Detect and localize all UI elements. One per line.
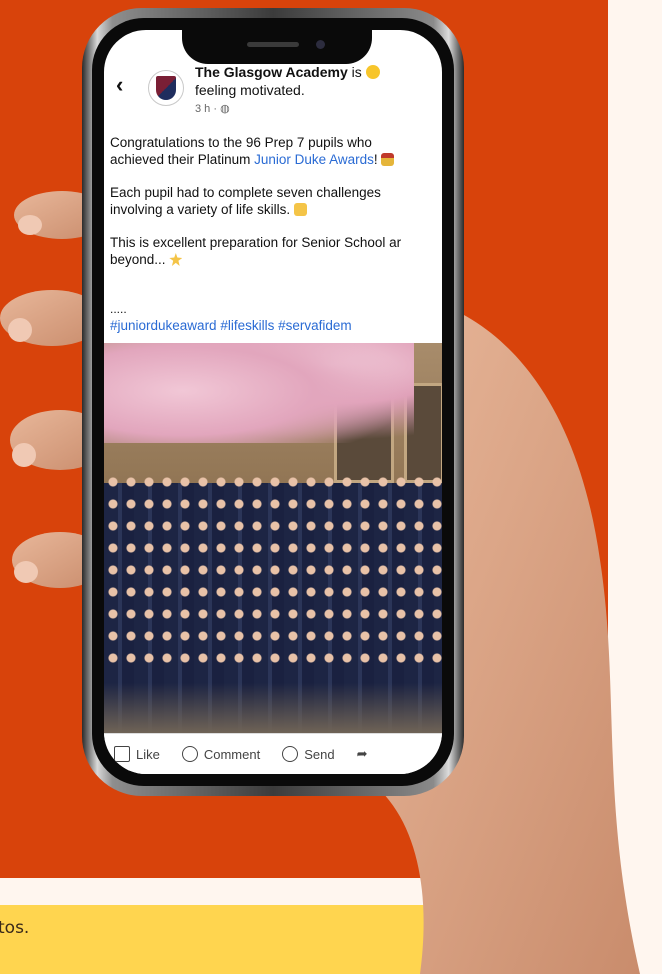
phone-camera <box>316 40 325 49</box>
share-icon: ➦ <box>356 746 368 761</box>
social-post: ‹ The Glasgow Academy is feeling motivat… <box>104 30 442 774</box>
globe-icon: ◍ <box>220 103 230 115</box>
like-label: Like <box>136 746 160 762</box>
para2-line1: Each pupil had to complete seven challen… <box>110 185 381 200</box>
line-2-suffix: ! <box>373 152 378 167</box>
star-emoji-icon <box>169 253 183 266</box>
like-button[interactable]: Like <box>114 746 160 762</box>
post-author-line: The Glasgow Academy is feeling motivated… <box>195 63 435 99</box>
activity-text: feeling motivated. <box>195 82 305 98</box>
post-actions-bar: Like Comment Send ➦ <box>104 733 442 774</box>
send-button[interactable]: Send <box>282 746 335 762</box>
caption-text: tos. <box>0 918 30 938</box>
cherry-blossom <box>104 343 414 443</box>
avatar[interactable] <box>148 70 184 106</box>
send-icon <box>282 746 299 762</box>
para3-line2: beyond... <box>110 252 166 267</box>
comment-button[interactable]: Comment <box>181 746 261 762</box>
time-text: 3 h · <box>195 103 221 115</box>
activity-prefix: is <box>351 64 362 80</box>
share-button[interactable]: ➦ <box>357 746 368 762</box>
comment-label: Comment <box>203 746 261 762</box>
pupils-faces <box>104 471 442 671</box>
author-name[interactable]: The Glasgow Academy <box>195 64 348 80</box>
smile-emoji-icon <box>365 65 380 79</box>
post-photo[interactable] <box>104 343 442 733</box>
post-body: Congratulations to the 96 Prep 7 pupils … <box>110 134 440 284</box>
medal-emoji-icon <box>381 153 395 166</box>
yellow-caption-band <box>0 905 530 974</box>
line-2-prefix: achieved their Platinum <box>110 152 255 167</box>
stone-steps <box>104 683 442 733</box>
thumb <box>20 300 140 640</box>
send-label: Send <box>304 746 335 762</box>
paragraph-3: This is excellent preparation for Senior… <box>110 234 440 268</box>
comment-icon <box>181 746 198 762</box>
post-time: 3 h · ◍ <box>195 102 230 115</box>
like-icon <box>114 746 130 762</box>
school-crest-icon <box>156 76 176 100</box>
phone-screen: ‹ The Glasgow Academy is feeling motivat… <box>104 30 442 774</box>
raised-hands-emoji-icon <box>293 203 307 216</box>
back-chevron-icon[interactable]: ‹ <box>116 72 123 98</box>
phone-speaker <box>247 42 299 47</box>
paragraph-1: Congratulations to the 96 Prep 7 pupils … <box>110 134 440 168</box>
line-1: Congratulations to the 96 Prep 7 pupils … <box>110 135 372 150</box>
paragraph-2: Each pupil had to complete seven challen… <box>110 184 440 218</box>
junior-duke-awards-link[interactable]: Junior Duke Awards <box>254 152 374 167</box>
para2-line2: involving a variety of life skills. <box>110 202 291 217</box>
para3-line1: This is excellent preparation for Senior… <box>110 235 402 250</box>
hashtags[interactable]: #juniordukeaward #lifeskills #servafidem <box>110 318 352 333</box>
